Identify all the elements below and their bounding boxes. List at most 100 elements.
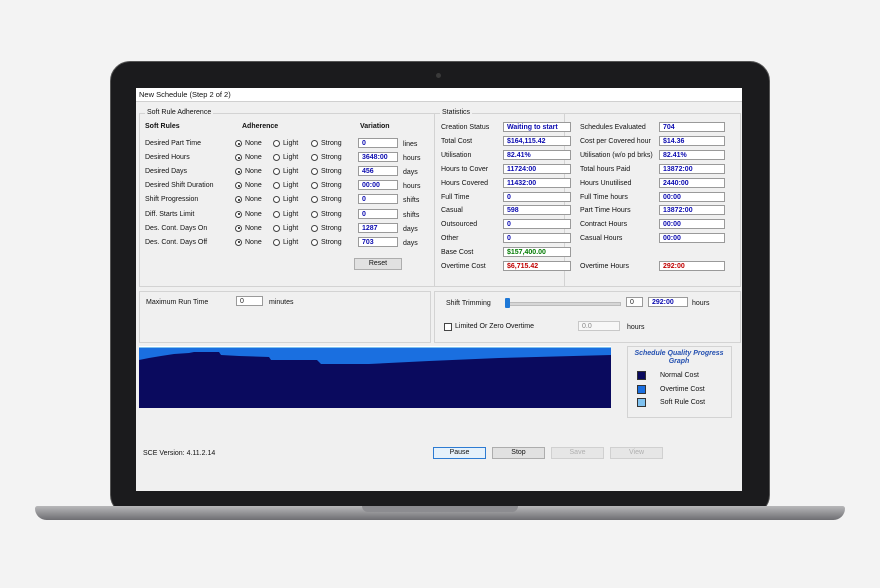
variation-input[interactable]: 0 <box>358 208 398 219</box>
stat-value: 2440:00 <box>659 177 725 188</box>
stat-label: Casual <box>441 207 463 215</box>
adherence-option-label: None <box>245 154 262 162</box>
adherence-radio-none[interactable] <box>235 210 242 218</box>
view-button[interactable]: View <box>610 447 663 459</box>
stat-value: $14.36 <box>659 135 725 146</box>
stat-value: 598 <box>503 205 571 216</box>
variation-input[interactable]: 0 <box>358 194 398 205</box>
statistics-group-title: Statistics <box>440 109 473 116</box>
legend-label: Normal Cost <box>660 372 699 379</box>
adherence-radio-light[interactable] <box>273 224 280 232</box>
stat-value: 82.41% <box>659 149 725 160</box>
adherence-option-label: None <box>245 168 262 176</box>
app-window: New Schedule (Step 2 of 2) Soft Rule Adh… <box>136 88 742 491</box>
adherence-radio-strong[interactable] <box>311 238 318 246</box>
trimming-hours-value: 292:00 <box>648 297 688 307</box>
variation-unit: shifts <box>403 197 420 205</box>
stat-value: 11432:00 <box>503 177 571 188</box>
adherence-option-label: None <box>245 196 262 204</box>
variation-input[interactable]: 00:00 <box>358 180 398 191</box>
shift-trimming-value[interactable]: 0 <box>626 297 643 307</box>
stat-label: Hours to Cover <box>441 165 489 173</box>
stat-value: 292:00 <box>659 261 725 271</box>
adherence-radio-strong[interactable] <box>311 210 318 218</box>
adherence-option-label: Light <box>283 210 299 218</box>
stat-label: Schedules Evaluated <box>580 124 646 131</box>
stat-label: Outsourced <box>441 221 478 229</box>
variation-unit: days <box>403 169 418 177</box>
soft-rule-label: Shift Progression <box>145 196 199 204</box>
variation-unit: days <box>403 225 418 233</box>
adherence-option-label: Strong <box>321 140 342 147</box>
adherence-radio-none[interactable] <box>235 238 242 246</box>
soft-rule-label: Desired Hours <box>145 154 190 162</box>
soft-rule-label: Desired Part Time <box>145 140 202 147</box>
variation-unit: hours <box>403 183 421 191</box>
legend-label: Soft Rule Cost <box>660 399 706 406</box>
shift-trimming-slider-thumb[interactable] <box>505 298 510 308</box>
stat-label: Full Time hours <box>580 193 628 201</box>
adherence-option-label: Strong <box>321 224 342 232</box>
stat-value: 13872:00 <box>659 205 725 216</box>
window-title: New Schedule (Step 2 of 2) <box>139 90 231 99</box>
trimming-group <box>434 291 741 343</box>
stat-value: 11724:00 <box>503 163 571 174</box>
legend-swatch <box>637 371 646 380</box>
legend-label: Overtime Cost <box>660 385 705 393</box>
soft-rule-group-title: Soft Rule Adherence <box>145 109 214 116</box>
stat-label: Utilisation (w/o pd brks) <box>580 151 653 159</box>
adherence-option-label: Light <box>283 224 299 232</box>
stat-label: Total hours Paid <box>580 165 631 173</box>
trimming-hours-unit: hours <box>692 300 710 307</box>
adherence-option-label: None <box>245 140 262 147</box>
variation-input[interactable]: 703 <box>358 236 398 247</box>
adherence-radio-light[interactable] <box>273 210 280 218</box>
adherence-radio-strong[interactable] <box>311 140 318 147</box>
adherence-option-label: Strong <box>321 196 342 204</box>
adherence-radio-strong[interactable] <box>311 224 318 232</box>
overtime-unit: hours <box>627 324 645 331</box>
shift-trimming-label: Shift Trimming <box>446 300 491 307</box>
variation-input[interactable]: 1287 <box>358 222 398 233</box>
stat-value: 13872:00 <box>659 163 725 174</box>
webcam <box>436 73 441 78</box>
adherence-option-label: Light <box>283 154 299 162</box>
adherence-option-label: Light <box>283 196 299 204</box>
stat-value: 704 <box>659 122 725 132</box>
adherence-option-label: Strong <box>321 182 342 190</box>
run-time-input[interactable]: 0 <box>236 296 263 306</box>
adherence-option-label: Light <box>283 238 299 246</box>
stat-value: 0 <box>503 233 571 244</box>
stat-label: Other <box>441 235 459 243</box>
stat-value: 00:00 <box>659 233 725 244</box>
adherence-option-label: None <box>245 224 262 232</box>
adherence-radio-light[interactable] <box>273 238 280 246</box>
adherence-option-label: None <box>245 238 262 246</box>
adherence-radio-none[interactable] <box>235 140 242 147</box>
variation-input[interactable]: 3648:00 <box>358 152 398 163</box>
title-bar: New Schedule (Step 2 of 2) <box>136 88 742 102</box>
stat-label: Cost per Covered hour <box>580 137 651 145</box>
stop-button[interactable]: Stop <box>492 447 545 459</box>
shift-trimming-slider-track[interactable] <box>505 302 621 306</box>
stat-value: $6,715.42 <box>503 261 571 271</box>
col-soft-rules: Soft Rules <box>145 123 180 130</box>
adherence-option-label: None <box>245 210 262 218</box>
soft-rule-label: Desired Shift Duration <box>145 182 214 190</box>
adherence-radio-none[interactable] <box>235 224 242 232</box>
stat-label: Hours Unutilised <box>580 179 632 187</box>
stat-label: Part Time Hours <box>580 207 631 215</box>
variation-input[interactable]: 456 <box>358 166 398 177</box>
reset-button[interactable]: Reset <box>354 258 402 270</box>
stat-value: 00:00 <box>659 191 725 202</box>
overtime-value[interactable]: 0.0 <box>578 321 620 331</box>
stat-label: Total Cost <box>441 137 473 145</box>
pause-button[interactable]: Pause <box>433 447 486 459</box>
stat-value: 82.41% <box>503 149 571 160</box>
legend-title: Schedule Quality Progress Graph <box>634 350 724 365</box>
save-button[interactable]: Save <box>551 447 604 459</box>
stat-value: 0 <box>503 191 571 202</box>
variation-input[interactable]: 0 <box>358 138 398 148</box>
adherence-radio-light[interactable] <box>273 140 280 147</box>
limited-overtime-checkbox[interactable] <box>444 323 452 331</box>
